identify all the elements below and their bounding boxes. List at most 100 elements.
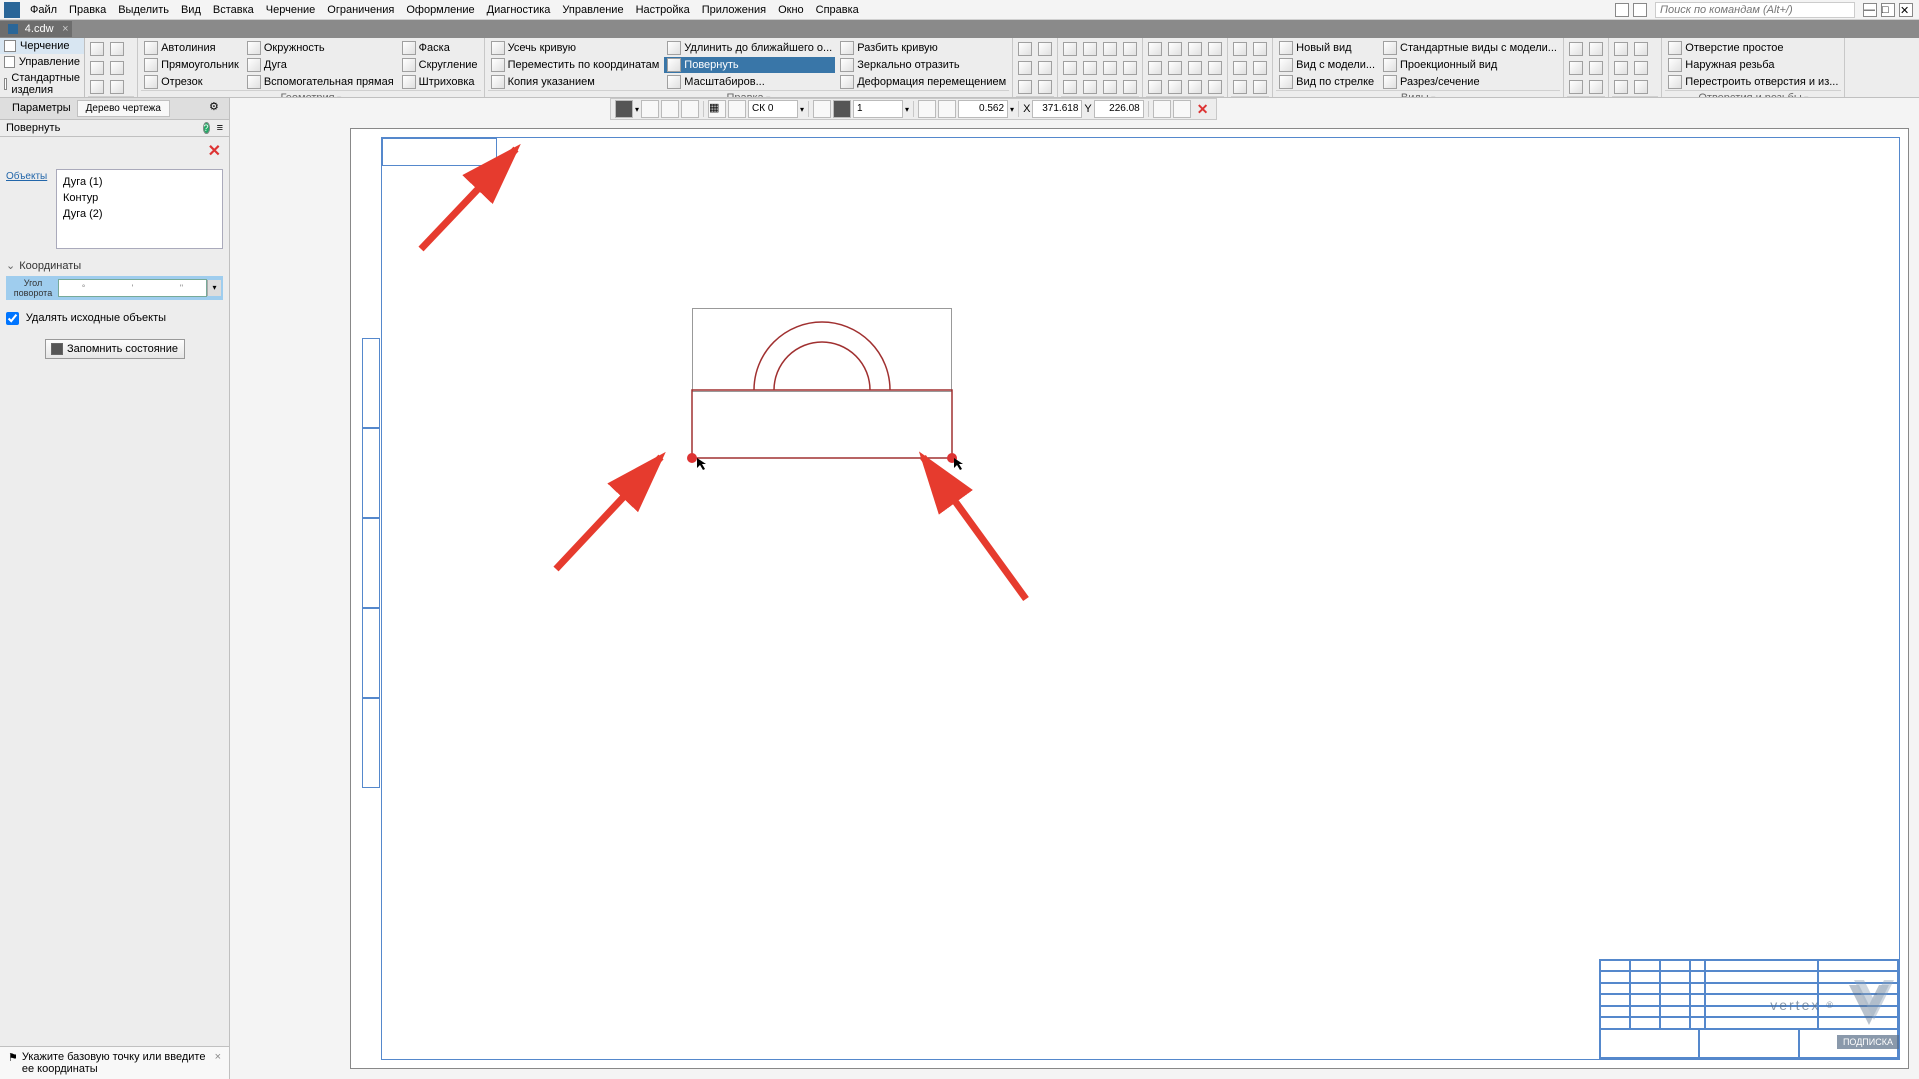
layout1-icon[interactable] [1615,3,1629,17]
con-b4[interactable] [1166,40,1184,58]
dim-button-4[interactable] [1036,40,1054,58]
save-button[interactable] [88,59,106,77]
mirror-button[interactable]: Зеркально отразить [837,57,1009,73]
snap-btn-2[interactable] [661,100,679,118]
status-close-icon[interactable]: × [215,1051,221,1075]
angle-input[interactable]: °'" [58,279,207,297]
deform-button[interactable]: Деформация перемещением [837,74,1009,90]
new-doc-button[interactable] [88,40,106,58]
proj-view-button[interactable]: Проекционный вид [1380,57,1560,73]
zoom-dropdown-icon[interactable]: ▾ [1010,105,1014,114]
delete-source-checkbox[interactable] [6,312,19,325]
mode-management[interactable]: Управление [0,54,84,70]
close-icon[interactable]: ✕ [1899,3,1913,17]
dim-button-6[interactable] [1036,78,1054,96]
mode-standard[interactable]: Стандартные изделия [0,70,84,98]
segment-button[interactable]: Отрезок [141,74,242,90]
hole-simple-button[interactable]: Отверстие простое [1665,40,1841,56]
auxline-button[interactable]: Вспомогательная прямая [244,74,397,90]
con-b7[interactable] [1186,40,1204,58]
menu-help[interactable]: Справка [810,2,865,18]
tool-b6[interactable] [1632,78,1650,96]
grid-icon[interactable]: ▦ [708,100,726,118]
std-views-button[interactable]: Стандартные виды с модели... [1380,40,1560,56]
menu-drawing[interactable]: Черчение [260,2,322,18]
ins-b5[interactable] [1587,59,1605,77]
arc-button[interactable]: Дуга [244,57,397,73]
annot-b6[interactable] [1081,78,1099,96]
tool-b1[interactable] [1612,40,1630,58]
redo-button[interactable] [108,78,126,96]
annot-b8[interactable] [1101,59,1119,77]
annot-b9[interactable] [1101,78,1119,96]
autoline-button[interactable]: Автолиния [141,40,242,56]
fillet-button[interactable]: Скругление [399,57,481,73]
chamfer-button[interactable]: Фаска [399,40,481,56]
dim-button-3[interactable] [1016,78,1034,96]
tree-tab[interactable]: Дерево чертежа [77,100,170,117]
tool-b3[interactable] [1612,78,1630,96]
annot-b5[interactable] [1081,59,1099,77]
annot-b12[interactable] [1121,78,1139,96]
cs-icon[interactable] [728,100,746,118]
list-item[interactable]: Контур [61,190,218,206]
con-b6[interactable] [1166,78,1184,96]
diag-b1[interactable] [1231,40,1249,58]
hatch-button[interactable]: Штриховка [399,74,481,90]
canvas[interactable] [350,128,1909,1069]
dim-button-2[interactable] [1016,59,1034,77]
ins-b3[interactable] [1567,78,1585,96]
scale-dropdown-icon[interactable]: ▾ [905,105,909,114]
con-b12[interactable] [1206,78,1224,96]
section-button[interactable]: Разрез/сечение [1380,74,1560,90]
annot-b2[interactable] [1061,59,1079,77]
snap-btn-3[interactable] [681,100,699,118]
scale-button[interactable]: Масштабиров... [664,74,835,90]
dropdown-icon[interactable]: ▾ [635,105,639,114]
annot-b7[interactable] [1101,40,1119,58]
diag-b4[interactable] [1251,40,1269,58]
diag-b6[interactable] [1251,78,1269,96]
rotate-button[interactable]: Повернуть [664,57,835,73]
zoom-out-icon[interactable] [918,100,936,118]
undo-button[interactable] [88,78,106,96]
con-b1[interactable] [1146,40,1164,58]
menu-edit[interactable]: Правка [63,2,112,18]
document-tab[interactable]: 4.cdw × [0,21,72,37]
model-view-button[interactable]: Вид с модели... [1276,57,1378,73]
menu-window[interactable]: Окно [772,2,810,18]
diag-b2[interactable] [1231,59,1249,77]
tb-extra-1[interactable] [1153,100,1171,118]
split-button[interactable]: Разбить кривую [837,40,1009,56]
pencil-icon[interactable] [615,100,633,118]
ins-b1[interactable] [1567,40,1585,58]
menu-manage[interactable]: Управление [556,2,629,18]
handle-left[interactable] [687,453,697,463]
con-b11[interactable] [1206,59,1224,77]
diag-b5[interactable] [1251,59,1269,77]
circle-button[interactable]: Окружность [244,40,397,56]
rect-button[interactable]: Прямоугольник [141,57,242,73]
list-item[interactable]: Дуга (1) [61,174,218,190]
tb-extra-2[interactable] [1173,100,1191,118]
menu-constraints[interactable]: Ограничения [321,2,400,18]
menu-select[interactable]: Выделить [112,2,175,18]
menu-insert[interactable]: Вставка [207,2,260,18]
menu-diag[interactable]: Диагностика [481,2,557,18]
menu-file[interactable]: Файл [24,2,63,18]
copy-button[interactable]: Копия указанием [488,74,663,90]
zoom-value[interactable]: 0.562 [958,100,1008,118]
maximize-icon[interactable]: □ [1881,3,1895,17]
menu-view[interactable]: Вид [175,2,207,18]
dim-button-5[interactable] [1036,59,1054,77]
cs-select[interactable]: СК 0 [748,100,798,118]
tab-close-icon[interactable]: × [62,23,68,35]
print-button[interactable] [108,59,126,77]
save-state-button[interactable]: Запомнить состояние [45,339,185,359]
mode-drawing[interactable]: Черчение [0,38,84,54]
open-button[interactable] [108,40,126,58]
con-b2[interactable] [1146,59,1164,77]
extend-button[interactable]: Удлинить до ближайшего о... [664,40,835,56]
minimize-icon[interactable]: — [1863,3,1877,17]
toolbar-close-icon[interactable]: ✕ [1193,101,1213,118]
